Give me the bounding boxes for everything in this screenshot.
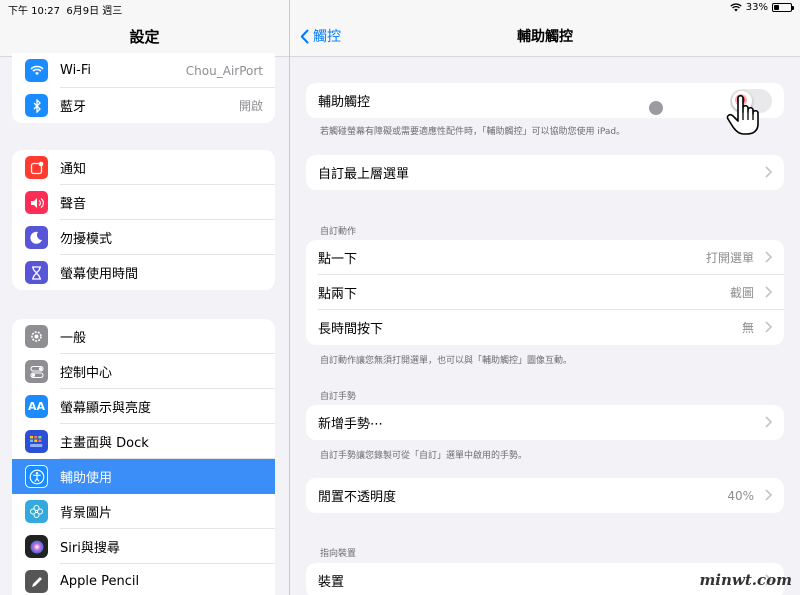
action-label: 點兩下 bbox=[318, 287, 358, 302]
text-size-icon: AA bbox=[25, 395, 48, 418]
action-long-press-row[interactable]: 長時間按下 無 bbox=[306, 310, 784, 345]
sidebar-item-label: Wi-Fi bbox=[60, 63, 92, 78]
sidebar-item-wifi[interactable]: Wi-Fi Chou_AirPort bbox=[12, 53, 275, 88]
sidebar-item-notifications[interactable]: 通知 bbox=[12, 150, 275, 185]
customize-top-menu-label: 自訂最上層選單 bbox=[318, 167, 410, 182]
new-gesture-row[interactable]: 新增手勢⋯ bbox=[306, 405, 784, 440]
assistive-touch-pane: 觸控 輔助觸控 輔助觸控 若觸碰螢幕有障礙或需要適應性配件時，「輔助觸控」可以協… bbox=[290, 0, 800, 595]
action-value: 打開選單 bbox=[705, 251, 754, 265]
chevron-right-icon bbox=[765, 416, 772, 428]
idle-opacity-value: 40% bbox=[727, 488, 754, 503]
wifi-status-icon bbox=[730, 3, 742, 12]
settings-sidebar: 設定 Wi-Fi Chou_AirPort 藍牙 開啟 通知 聲音 勿擾模式 螢… bbox=[0, 0, 289, 595]
battery-percent: 33% bbox=[745, 2, 768, 13]
toggles-icon bbox=[25, 360, 48, 383]
sidebar-item-screen-time[interactable]: 螢幕使用時間 bbox=[12, 255, 275, 290]
page-title: 輔助觸控 bbox=[517, 29, 573, 45]
sidebar-item-label: 聲音 bbox=[60, 197, 87, 212]
status-bar: 下午 10:27 6月9日 週三 33% bbox=[0, 0, 800, 17]
action-single-tap-row[interactable]: 點一下 打開選單 bbox=[306, 240, 784, 275]
sidebar-title: 設定 bbox=[129, 28, 160, 46]
sound-icon bbox=[25, 191, 48, 214]
custom-actions-header: 自訂動作 bbox=[320, 227, 357, 237]
sidebar-item-label: 勿擾模式 bbox=[60, 232, 113, 247]
sidebar-item-label: 背景圖片 bbox=[60, 506, 113, 521]
custom-gestures-group: 新增手勢⋯ bbox=[306, 405, 784, 440]
idle-opacity-group: 閒置不透明度 40% bbox=[306, 478, 784, 513]
sidebar-item-bluetooth[interactable]: 藍牙 開啟 bbox=[12, 88, 275, 123]
action-double-tap-row[interactable]: 點兩下 截圖 bbox=[306, 275, 784, 310]
action-value: 截圖 bbox=[729, 286, 754, 300]
sidebar-item-display-brightness[interactable]: AA 螢幕顯示與亮度 bbox=[12, 389, 275, 424]
sidebar-item-control-center[interactable]: 控制中心 bbox=[12, 354, 275, 389]
sidebar-item-wallpaper[interactable]: 背景圖片 bbox=[12, 494, 275, 529]
sidebar-item-label: 輔助使用 bbox=[60, 471, 113, 486]
assistive-touch-row: 輔助觸控 bbox=[306, 83, 784, 118]
status-right: 33% bbox=[730, 2, 794, 13]
watermark: minwt.com bbox=[699, 571, 792, 589]
sidebar-item-sound[interactable]: 聲音 bbox=[12, 185, 275, 220]
sidebar-item-label: Siri與搜尋 bbox=[60, 541, 120, 556]
accessibility-icon bbox=[25, 465, 48, 488]
sidebar-item-accessibility[interactable]: 輔助使用 bbox=[12, 459, 275, 494]
sidebar-item-label: Apple Pencil bbox=[60, 574, 140, 589]
bluetooth-icon bbox=[25, 94, 48, 117]
sidebar-item-siri-search[interactable]: Siri與搜尋 bbox=[12, 529, 275, 564]
custom-actions-group: 點一下 打開選單 點兩下 截圖 長時間按下 無 bbox=[306, 240, 784, 345]
wifi-icon bbox=[25, 59, 48, 82]
pencil-icon bbox=[25, 570, 48, 593]
notifications-icon bbox=[25, 156, 48, 179]
sidebar-item-value: 開啟 bbox=[238, 99, 263, 113]
customize-top-menu-row[interactable]: 自訂最上層選單 bbox=[306, 155, 784, 190]
pointer-devices-header: 指向裝置 bbox=[320, 549, 357, 559]
sidebar-item-home-dock[interactable]: 主畫面與 Dock bbox=[12, 424, 275, 459]
custom-gestures-note: 自訂手勢讓您錄製可從「自訂」選單中啟用的手勢。 bbox=[320, 451, 528, 461]
home-grid-icon bbox=[25, 430, 48, 453]
sidebar-group-connectivity: Wi-Fi Chou_AirPort 藍牙 開啟 bbox=[12, 53, 275, 123]
sidebar-group-notifications: 通知 聲音 勿擾模式 螢幕使用時間 bbox=[12, 150, 275, 290]
moon-icon bbox=[25, 226, 48, 249]
sidebar-item-label: 藍牙 bbox=[60, 100, 87, 115]
assistive-touch-label: 輔助觸控 bbox=[318, 95, 371, 110]
sidebar-item-label: 通知 bbox=[60, 162, 87, 177]
devices-label: 裝置 bbox=[318, 575, 345, 590]
sidebar-item-label: 螢幕使用時間 bbox=[60, 267, 139, 282]
sidebar-item-label: 螢幕顯示與亮度 bbox=[60, 401, 152, 416]
sidebar-item-label: 控制中心 bbox=[60, 366, 113, 381]
chevron-right-icon bbox=[765, 286, 772, 298]
chevron-right-icon bbox=[765, 166, 772, 178]
assistive-touch-floating-button[interactable] bbox=[649, 101, 663, 115]
custom-gestures-header: 自訂手勢 bbox=[320, 392, 357, 402]
action-value: 無 bbox=[741, 321, 754, 335]
chevron-right-icon bbox=[765, 321, 772, 333]
gear-icon bbox=[25, 325, 48, 348]
action-label: 長時間按下 bbox=[318, 322, 384, 337]
chevron-right-icon bbox=[765, 489, 772, 501]
sidebar-item-apple-pencil[interactable]: Apple Pencil bbox=[12, 564, 275, 595]
hand-pointer-icon bbox=[726, 94, 759, 135]
sidebar-item-label: 一般 bbox=[60, 331, 87, 346]
action-label: 點一下 bbox=[318, 252, 358, 267]
idle-opacity-row[interactable]: 閒置不透明度 40% bbox=[306, 478, 784, 513]
customize-menu-group: 自訂最上層選單 bbox=[306, 155, 784, 190]
sidebar-item-value: Chou_AirPort bbox=[185, 63, 263, 78]
chevron-right-icon bbox=[765, 251, 772, 263]
sidebar-item-label: 主畫面與 Dock bbox=[60, 436, 149, 451]
sidebar-group-general: 一般 控制中心 AA 螢幕顯示與亮度 主畫面與 Dock 輔助使用 背景圖片 S… bbox=[12, 319, 275, 595]
custom-actions-note: 自訂動作讓您無須打開選單，也可以與「輔助觸控」圖像互動。 bbox=[320, 356, 573, 366]
assistive-touch-group: 輔助觸控 bbox=[306, 83, 784, 118]
hourglass-icon bbox=[25, 261, 48, 284]
battery-icon bbox=[772, 3, 794, 12]
idle-opacity-label: 閒置不透明度 bbox=[318, 490, 397, 505]
wallpaper-icon bbox=[25, 500, 48, 523]
status-time-date: 下午 10:27 6月9日 週三 bbox=[8, 6, 123, 17]
sidebar-item-general[interactable]: 一般 bbox=[12, 319, 275, 354]
siri-icon bbox=[25, 535, 48, 558]
sidebar-item-do-not-disturb[interactable]: 勿擾模式 bbox=[12, 220, 275, 255]
new-gesture-label: 新增手勢⋯ bbox=[318, 417, 384, 432]
assistive-touch-note: 若觸碰螢幕有障礙或需要適應性配件時，「輔助觸控」可以協助您使用 iPad。 bbox=[320, 127, 626, 137]
